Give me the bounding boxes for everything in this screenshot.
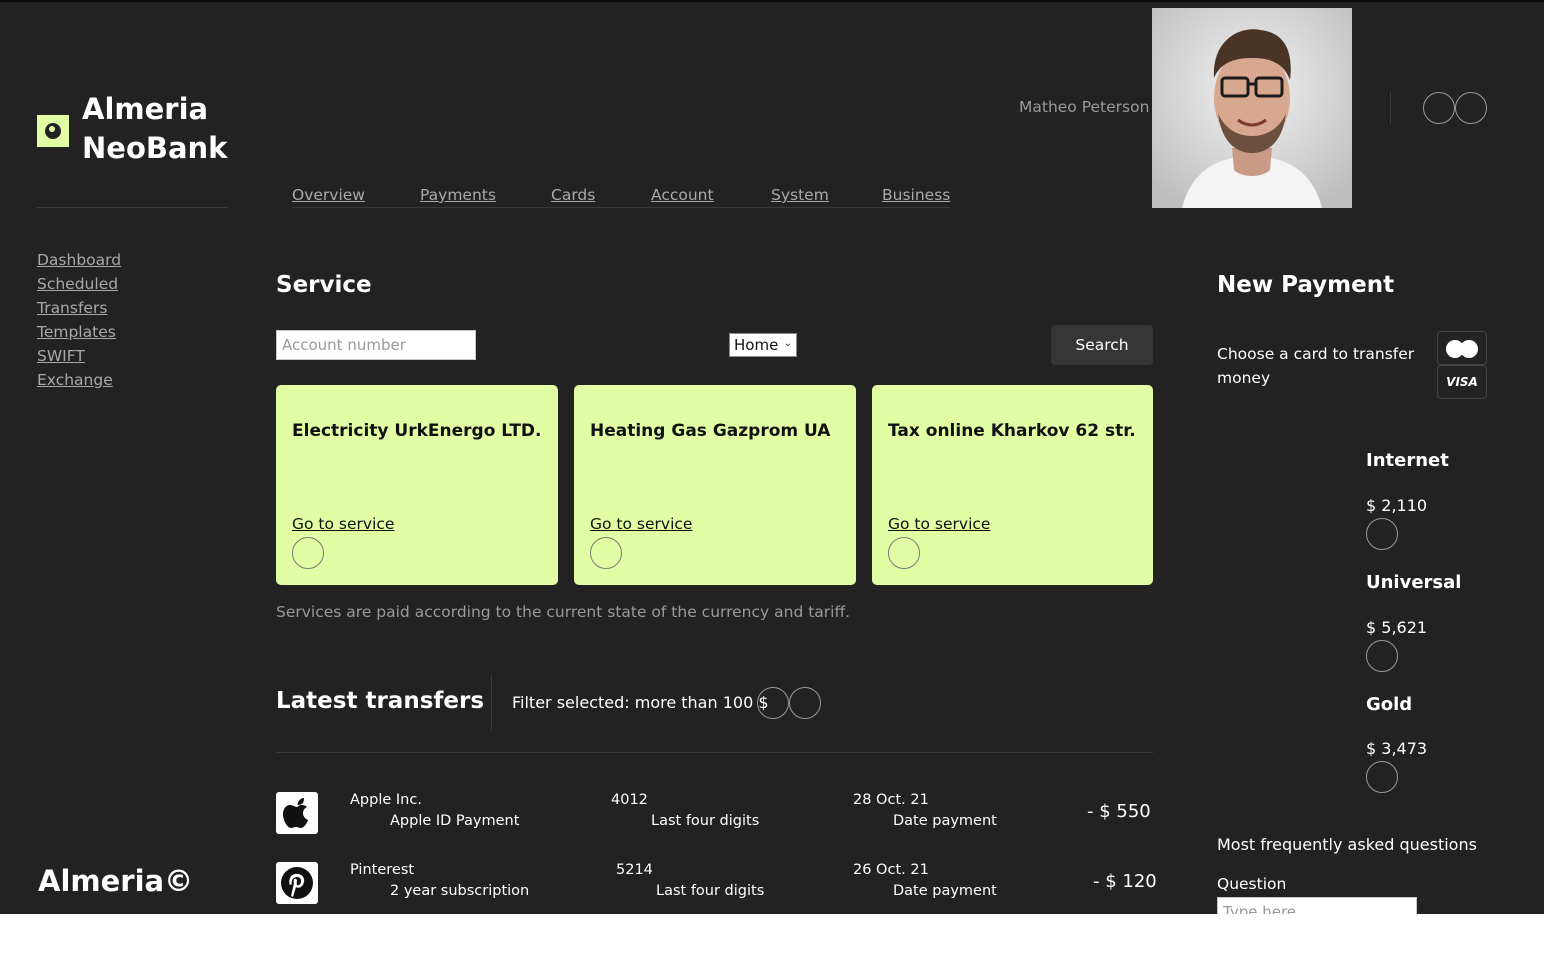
chevron-down-icon: ⌄ <box>783 338 792 349</box>
tab-system[interactable]: System <box>771 186 829 204</box>
payment-description: Apple ID Payment <box>390 813 520 829</box>
plan-name: Gold <box>1366 694 1413 715</box>
sidebar-item-scheduled[interactable]: Scheduled <box>37 275 118 293</box>
plan-name: Internet <box>1366 450 1449 471</box>
choose-card-text: Choose a card to transfer money <box>1217 345 1415 387</box>
card-digits-label: Last four digits <box>656 883 765 899</box>
filter-circle-button-2[interactable] <box>789 687 821 719</box>
card-digits: 4012 <box>611 792 648 808</box>
footer-brand: Almeria© <box>38 864 194 898</box>
pinterest-icon <box>276 862 318 904</box>
tab-business[interactable]: Business <box>882 186 950 204</box>
sidebar-item-dashboard[interactable]: Dashboard <box>37 251 121 269</box>
service-card-title: Tax online Kharkov 62 str. <box>888 421 1136 441</box>
payment-description: 2 year subscription <box>390 883 530 899</box>
app-window: Almeria NeoBank Dashboard Scheduled Tran… <box>0 0 1544 914</box>
go-to-service-link[interactable]: Go to service <box>590 515 692 533</box>
avatar[interactable] <box>1152 8 1352 208</box>
brand-divider <box>37 207 228 208</box>
company-name: Apple Inc. <box>350 792 422 808</box>
plan-value: $ 5,621 <box>1366 618 1428 637</box>
visa-card-icon[interactable]: VISA <box>1437 365 1487 399</box>
transfers-divider-line <box>276 752 1153 753</box>
brand-name-line2: NeoBank <box>82 131 228 165</box>
mastercard-icon[interactable] <box>1437 331 1487 365</box>
plan-circle-button[interactable] <box>1366 761 1398 793</box>
user-name[interactable]: Matheo Peterson <box>1019 98 1149 116</box>
payment-amount: - $ 120 <box>1093 871 1157 892</box>
select-value: Home <box>734 336 779 354</box>
payment-date-label: Date payment <box>893 813 997 829</box>
transfers-title: Latest transfers <box>276 688 485 714</box>
tab-overview[interactable]: Overview <box>292 186 365 204</box>
question-label: Question <box>1217 875 1287 893</box>
go-to-service-link[interactable]: Go to service <box>292 515 394 533</box>
new-payment-title: New Payment <box>1217 272 1395 298</box>
plan-circle-button[interactable] <box>1366 640 1398 672</box>
account-number-input[interactable] <box>276 330 476 360</box>
header-circle-button-2[interactable] <box>1455 92 1487 124</box>
service-card: Electricity UrkEnergo LTD. Go to service <box>276 385 558 585</box>
service-category-select[interactable]: Home ⌄ <box>729 333 797 357</box>
plan-name: Universal <box>1366 572 1462 593</box>
sidebar-item-swift[interactable]: SWIFT <box>37 347 85 365</box>
payment-date: 28 Oct. 21 <box>853 792 929 808</box>
plan-value: $ 2,110 <box>1366 496 1428 515</box>
service-card-circle-button[interactable] <box>590 537 622 569</box>
company-name: Pinterest <box>350 862 415 878</box>
service-note: Services are paid according to the curre… <box>276 603 851 621</box>
brand-logo-icon[interactable] <box>37 115 69 147</box>
service-card-title: Electricity UrkEnergo LTD. <box>292 421 542 441</box>
header-divider <box>1390 92 1391 124</box>
tab-payments[interactable]: Payments <box>420 186 496 204</box>
sidebar-item-templates[interactable]: Templates <box>37 323 116 341</box>
apple-icon <box>276 792 318 834</box>
service-card: Heating Gas Gazprom UA Go to service <box>574 385 856 585</box>
filter-label: Filter selected: more than 100 $ <box>512 693 769 712</box>
header-circle-button-1[interactable] <box>1423 92 1455 124</box>
faq-title: Most frequently asked questions <box>1217 835 1477 854</box>
service-title: Service <box>276 272 372 298</box>
user-photo-icon <box>1152 8 1352 208</box>
tab-cards[interactable]: Cards <box>551 186 595 204</box>
search-button[interactable]: Search <box>1051 325 1153 365</box>
plan-value: $ 3,473 <box>1366 739 1428 758</box>
payment-date: 26 Oct. 21 <box>853 862 929 878</box>
sidebar-item-exchange[interactable]: Exchange <box>37 371 113 389</box>
service-card-title: Heating Gas Gazprom UA <box>590 421 831 441</box>
question-input[interactable] <box>1217 897 1417 914</box>
sidebar-item-transfers[interactable]: Transfers <box>37 299 107 317</box>
payment-amount: - $ 550 <box>1087 801 1151 822</box>
card-digits-label: Last four digits <box>651 813 760 829</box>
tab-account[interactable]: Account <box>651 186 714 204</box>
service-card-circle-button[interactable] <box>888 537 920 569</box>
card-digits: 5214 <box>616 862 653 878</box>
brand-name-line1: Almeria <box>82 92 209 126</box>
filter-circle-button-1[interactable] <box>757 687 789 719</box>
transfers-divider <box>491 675 492 731</box>
visa-label: VISA <box>1446 375 1478 389</box>
service-card-circle-button[interactable] <box>292 537 324 569</box>
payment-date-label: Date payment <box>893 883 997 899</box>
service-card: Tax online Kharkov 62 str. Go to service <box>872 385 1153 585</box>
plan-circle-button[interactable] <box>1366 518 1398 550</box>
tabs-divider <box>292 207 950 208</box>
go-to-service-link[interactable]: Go to service <box>888 515 990 533</box>
